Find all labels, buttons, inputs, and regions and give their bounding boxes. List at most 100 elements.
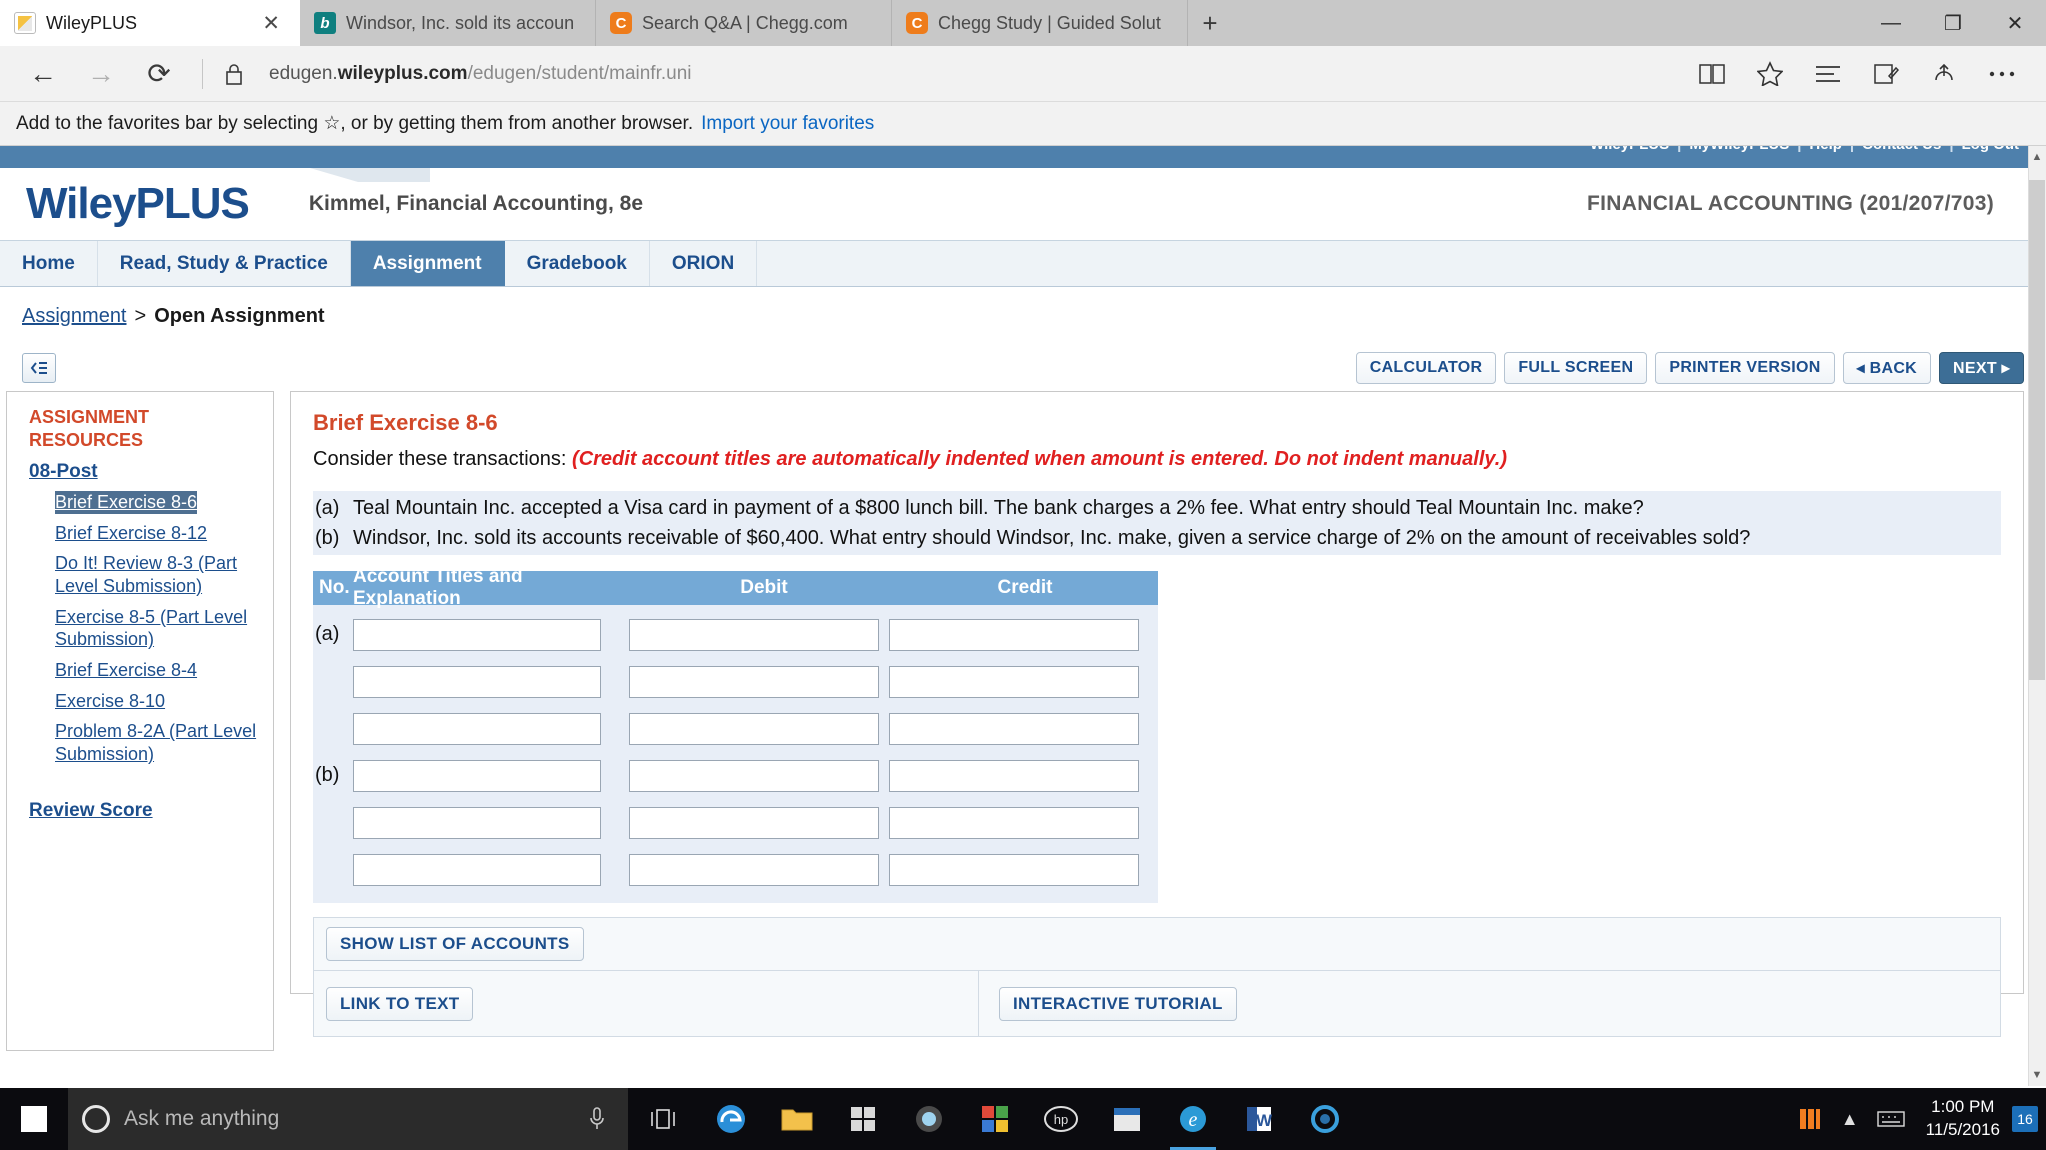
sidebar-item-brief-exercise-8-6[interactable]: Brief Exercise 8-6	[55, 491, 198, 514]
credit-input-a3[interactable]	[889, 712, 1139, 745]
scroll-down-arrow-icon[interactable]: ▼	[2029, 1064, 2045, 1086]
windows-start-icon[interactable]	[0, 1088, 68, 1150]
sidebar-item-do-it-review-8-3[interactable]: Do It! Review 8-3 (Part Level Submission…	[55, 552, 263, 597]
hub-lines-icon[interactable]	[1800, 52, 1856, 96]
star-icon[interactable]	[1742, 52, 1798, 96]
transaction-label: (a)	[315, 497, 340, 519]
lock-icon	[219, 62, 249, 86]
utility-link-help[interactable]: Help	[1802, 146, 1849, 153]
scrollbar-thumb[interactable]	[2029, 180, 2045, 680]
photos-icon[interactable]	[962, 1088, 1028, 1150]
minimize-button[interactable]: —	[1860, 0, 1922, 46]
debit-input-b3[interactable]	[629, 853, 879, 886]
transaction-text: Windsor, Inc. sold its accounts receivab…	[353, 527, 1751, 549]
link-to-text-button[interactable]: LINK TO TEXT	[326, 986, 474, 1021]
file-explorer-icon[interactable]	[764, 1088, 830, 1150]
sidebar-item-exercise-8-5[interactable]: Exercise 8-5 (Part Level Submission)	[55, 606, 263, 651]
hp-icon[interactable]: hp	[1028, 1088, 1094, 1150]
full-screen-button[interactable]: FULL SCREEN	[1504, 352, 1648, 384]
account-title-input-a3[interactable]	[353, 712, 601, 745]
import-favorites-link[interactable]: Import your favorites	[701, 113, 874, 135]
utility-link-contact-us[interactable]: Contact Us	[1855, 146, 1948, 153]
new-tab-button[interactable]: +	[1188, 0, 1232, 46]
close-icon[interactable]: ✕	[256, 13, 286, 34]
debit-input-b1[interactable]	[629, 759, 879, 792]
back-arrow-icon[interactable]: ←	[16, 52, 70, 96]
account-title-input-a1[interactable]	[353, 618, 601, 651]
calculator-button[interactable]: CALCULATOR	[1355, 352, 1497, 384]
task-view-icon[interactable]	[628, 1088, 698, 1150]
consider-note: (Credit account titles are automatically…	[572, 448, 1507, 470]
show-list-of-accounts-button[interactable]: SHOW LIST OF ACCOUNTS	[326, 927, 584, 961]
account-title-input-b3[interactable]	[353, 853, 601, 886]
back-button[interactable]: ◂ BACK	[1842, 352, 1932, 384]
store-icon[interactable]	[830, 1088, 896, 1150]
calendar-icon[interactable]	[1094, 1088, 1160, 1150]
utility-link-mywileyplus[interactable]: MyWileyPLUS	[1682, 146, 1796, 153]
sidebar-item-brief-exercise-8-4[interactable]: Brief Exercise 8-4	[55, 659, 263, 682]
word-icon[interactable]: W	[1226, 1088, 1292, 1150]
nav-item-home[interactable]: Home	[0, 241, 98, 286]
taskbar-clock[interactable]: 1:00 PM 11/5/2016	[1914, 1096, 2012, 1142]
more-ellipsis-icon[interactable]	[1974, 52, 2030, 96]
sidebar-item-brief-exercise-8-12[interactable]: Brief Exercise 8-12	[55, 522, 263, 545]
credit-input-b2[interactable]	[889, 806, 1139, 839]
search-placeholder: Ask me anything	[124, 1107, 280, 1130]
sidebar-item-problem-8-2a[interactable]: Problem 8-2A (Part Level Submission)	[55, 720, 263, 765]
debit-input-a2[interactable]	[629, 665, 879, 698]
touch-keyboard-icon[interactable]	[1868, 1088, 1914, 1150]
show-hidden-icons-icon[interactable]: ▲	[1832, 1088, 1868, 1150]
edge-icon[interactable]	[698, 1088, 764, 1150]
transactions-block: (a) Teal Mountain Inc. accepted a Visa c…	[313, 491, 2001, 555]
next-button[interactable]: NEXT ▸	[1939, 352, 2024, 384]
sidebar-item-exercise-8-10[interactable]: Exercise 8-10	[55, 690, 263, 713]
browser-tab-chegg-search[interactable]: C Search Q&A | Chegg.com	[596, 0, 892, 46]
debit-input-a1[interactable]	[629, 618, 879, 651]
book-icon[interactable]	[1684, 52, 1740, 96]
credit-input-b3[interactable]	[889, 853, 1139, 886]
utility-link-log-out[interactable]: Log Out	[1955, 146, 2026, 153]
camera-icon[interactable]	[896, 1088, 962, 1150]
nav-item-assignment[interactable]: Assignment	[350, 241, 505, 286]
debit-input-a3[interactable]	[629, 712, 879, 745]
interactive-tutorial-button[interactable]: INTERACTIVE TUTORIAL	[999, 986, 1237, 1021]
course-book-title: Kimmel, Financial Accounting, 8e	[308, 192, 644, 215]
page-scrollbar[interactable]: ▲ ▼	[2028, 146, 2046, 1086]
nav-item-gradebook[interactable]: Gradebook	[505, 241, 650, 286]
refresh-icon[interactable]: ⟳	[132, 52, 186, 96]
browser-tab-wileyplus[interactable]: WileyPLUS ✕	[0, 0, 300, 46]
account-title-input-a2[interactable]	[353, 665, 601, 698]
consider-prefix: Consider these transactions:	[313, 448, 573, 470]
credit-input-b1[interactable]	[889, 759, 1139, 792]
question-panel: Brief Exercise 8-6 Consider these transa…	[290, 391, 2024, 1037]
tab-title: Windsor, Inc. sold its accoun	[346, 12, 575, 33]
account-title-input-b1[interactable]	[353, 759, 601, 792]
scroll-up-arrow-icon[interactable]: ▲	[2029, 146, 2045, 168]
breadcrumb-assignment-link[interactable]: Assignment	[22, 305, 127, 328]
credit-input-a1[interactable]	[889, 618, 1139, 651]
browser-tab-windsor[interactable]: b Windsor, Inc. sold its accoun	[300, 0, 596, 46]
microphone-icon[interactable]	[588, 1106, 614, 1132]
printer-version-button[interactable]: PRINTER VERSION	[1655, 352, 1835, 384]
forward-arrow-icon[interactable]: →	[74, 52, 128, 96]
account-title-input-b2[interactable]	[353, 806, 601, 839]
utility-link-wileyplus[interactable]: WileyPLUS	[1583, 146, 1676, 153]
nav-item-read-study-practice[interactable]: Read, Study & Practice	[98, 241, 351, 286]
review-score-link[interactable]: Review Score	[29, 800, 263, 822]
internet-explorer-icon[interactable]: e	[1160, 1088, 1226, 1150]
browser-tab-chegg-study[interactable]: C Chegg Study | Guided Solut	[892, 0, 1188, 46]
restore-button[interactable]: ❐	[1922, 0, 1984, 46]
action-center-icon[interactable]: 16	[2012, 1106, 2038, 1132]
credit-input-a2[interactable]	[889, 665, 1139, 698]
debit-input-b2[interactable]	[629, 806, 879, 839]
cortana-app-icon[interactable]	[1292, 1088, 1358, 1150]
collapse-panel-icon[interactable]	[22, 353, 56, 383]
orange-alert-icon[interactable]	[1788, 1088, 1832, 1150]
web-note-icon[interactable]	[1858, 52, 1914, 96]
address-bar[interactable]: edugen. wileyplus.com/edugen/student/main…	[253, 52, 1680, 96]
sidebar-group-08-post[interactable]: 08-Post	[29, 461, 263, 483]
nav-item-orion[interactable]: ORION	[650, 241, 758, 286]
close-window-button[interactable]: ✕	[1984, 0, 2046, 46]
share-icon[interactable]	[1916, 52, 1972, 96]
search-input[interactable]: Ask me anything	[68, 1088, 628, 1150]
